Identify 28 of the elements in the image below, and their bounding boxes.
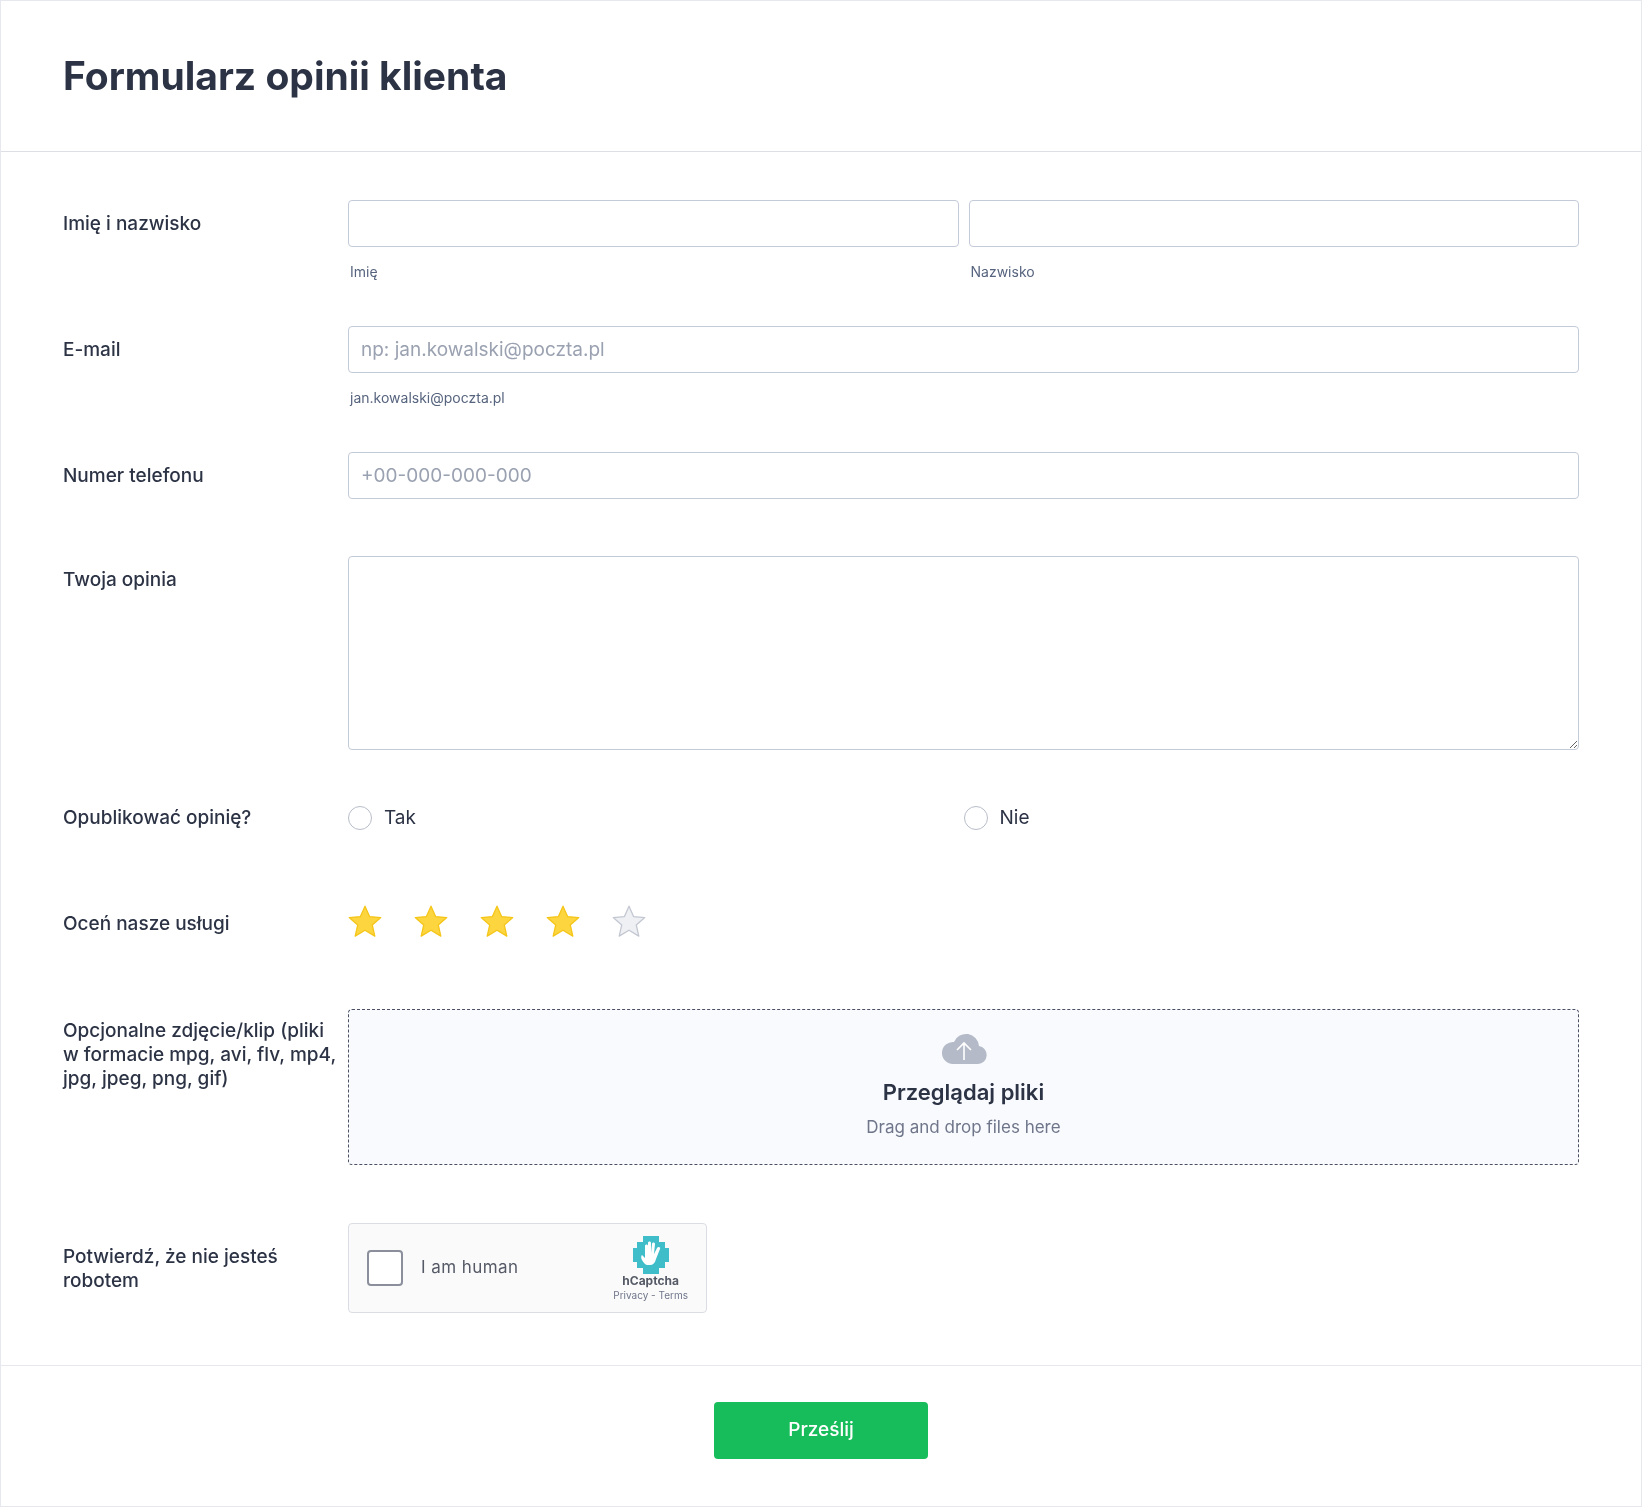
cloud-upload-icon	[939, 1032, 988, 1067]
field-label: Imię i nazwisko	[63, 212, 202, 235]
hand-logo-icon	[630, 1233, 671, 1274]
captcha-checkbox[interactable]	[367, 1249, 403, 1286]
text-input[interactable]	[348, 200, 959, 247]
opinion-textarea[interactable]	[348, 556, 1579, 750]
browse-files-link[interactable]: Przeglądaj pliki	[882, 1076, 1045, 1110]
text-input[interactable]	[968, 200, 1579, 247]
email-input[interactable]: np: jan.kowalski@poczta.pl	[348, 326, 1579, 373]
captcha-label: I am human	[421, 1255, 520, 1279]
field-label: Opublikować opinię?	[63, 806, 252, 830]
field-label: Numer telefonu	[63, 464, 204, 487]
radio-option[interactable]: Tak	[348, 804, 964, 833]
field-sublabel: jan.kowalski@poczta.pl	[350, 388, 506, 408]
captcha-brand: hCaptcha	[622, 1273, 679, 1288]
field-sublabel: Imię	[350, 262, 379, 282]
drop-hint: Drag and drop files here	[866, 1116, 1061, 1140]
radio-option[interactable]: Nie	[963, 804, 1579, 833]
field-label: Oceń nasze usługi	[63, 911, 230, 935]
field-label: Potwierdź, że nie jesteś robotem	[63, 1244, 279, 1293]
privacy-terms-links[interactable]: Privacy - Terms	[613, 1287, 688, 1302]
field-label: E-mail	[63, 338, 121, 361]
phone-input[interactable]: +00-000-000-000	[348, 452, 1579, 499]
field-label: Twoja opinia	[63, 568, 177, 591]
field-label: Opcjonalne zdjęcie/klip (pliki w formacie mpg, avi, flv, mp4, jpg, jpeg, png, gif)	[63, 1018, 336, 1091]
file-drop-zone[interactable]: Przeglądaj pliki Drag and drop files here	[348, 1008, 1579, 1165]
form-title: Formularz opinii klienta	[63, 50, 508, 101]
field-sublabel: Nazwisko	[970, 262, 1036, 282]
